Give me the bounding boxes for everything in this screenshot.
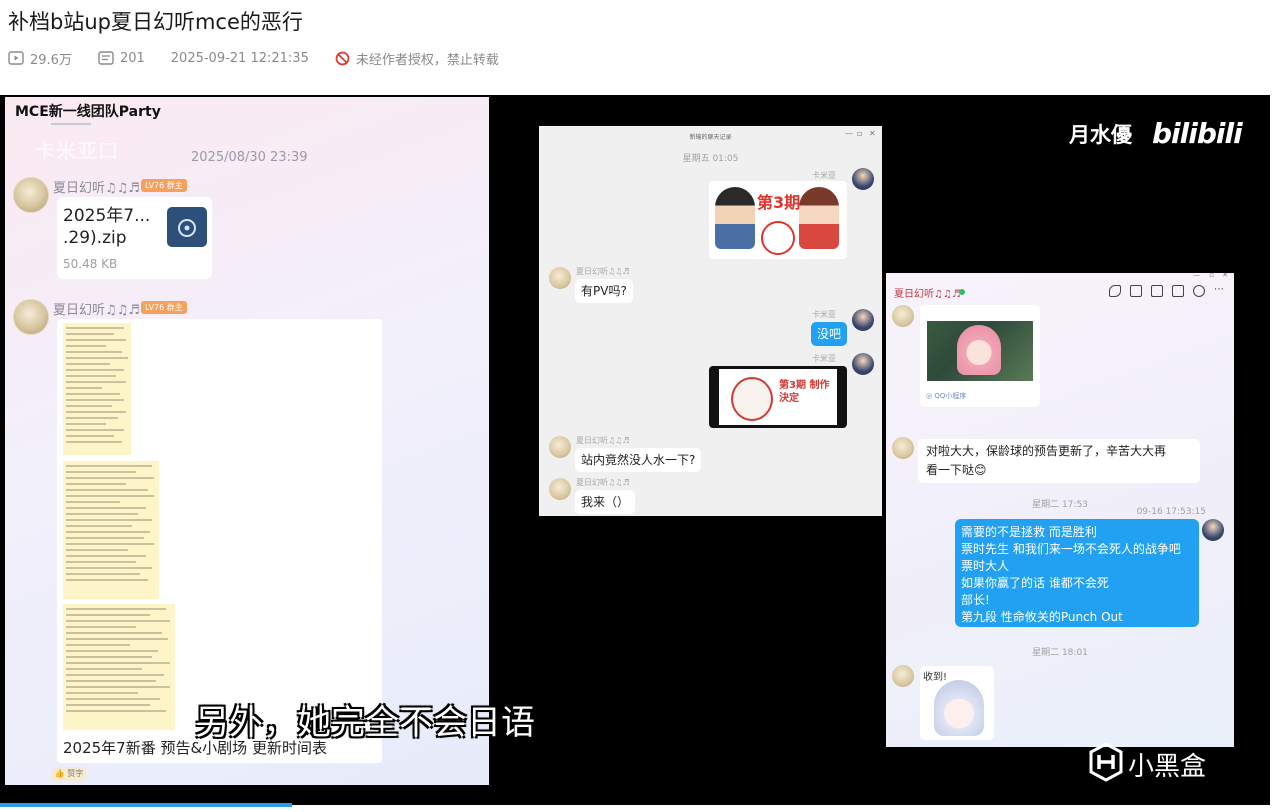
post-meta: 29.6万 201 2025-09-21 12:21:35 未经作者授权，禁止转… <box>8 48 499 68</box>
contact-name[interactable]: 夏日幻听♫♫♬ <box>894 285 961 300</box>
group-chat-panel: MCE新一线团队Party 卡米亚口 2025/08/30 23:39 夏日幻听… <box>5 97 489 785</box>
sticker-label: 收到! <box>923 672 948 683</box>
sender-name: 夏日幻听♫♫♬ <box>576 478 630 487</box>
sender-name: 夏日幻听♫♫♬ <box>53 303 140 318</box>
comment-icon <box>98 51 114 65</box>
uploader-watermark: 月水優 <box>1069 123 1132 147</box>
bilibili-logo: bilibili <box>1152 117 1243 150</box>
mini-program-card[interactable]: ◎ QQ小程序 <box>920 305 1040 407</box>
anime-character <box>799 187 839 249</box>
comment-count: 201 <box>119 50 145 66</box>
contact-avatar[interactable] <box>852 168 874 190</box>
sender-name: 卡米亚 <box>812 310 836 319</box>
sticker-text: 第3期 制作決定 <box>779 380 830 404</box>
announcement-image: 第3期 制作決定 <box>719 369 837 425</box>
screen-share-icon[interactable] <box>1151 285 1163 297</box>
sender-name: 夏日幻听♫♫♬ <box>576 436 630 445</box>
minimize-icon[interactable]: — <box>845 129 853 138</box>
sender-avatar[interactable] <box>13 177 49 213</box>
file-name: 2025年7... .29).zip <box>63 206 151 248</box>
sender-name: 夏日幻听♫♫♬ <box>53 181 140 196</box>
play-icon <box>8 51 24 65</box>
time-header: 星期五 01:05 <box>682 154 739 164</box>
heybox-logo-icon <box>1088 742 1124 786</box>
owner-badge: LV76 群主 <box>141 179 187 192</box>
contact-avatar[interactable] <box>892 665 914 687</box>
close-icon[interactable]: ✕ <box>1222 273 1228 279</box>
sticker-image[interactable]: 第3期 <box>709 181 847 259</box>
heybox-logo-text: 小黑盒 <box>1128 752 1207 782</box>
anime-character <box>715 187 755 249</box>
chat-history-window: 新输的聊天记录 — ▫ ✕ 星期五 01:05 卡米亚 第3期 夏日幻听♫♫♬ … <box>539 126 882 516</box>
video-progress-bar[interactable] <box>0 803 292 807</box>
date-divider: 星期二 18:01 <box>1032 648 1088 658</box>
contact-avatar[interactable] <box>892 437 914 459</box>
private-chat-window: — ▫ ✕ 夏日幻听♫♫♬ ⋯ ◎ QQ小程序 对啦大大，保龄球的预告更新了，辛… <box>886 273 1234 747</box>
owner-badge: LV76 群主 <box>141 301 187 314</box>
no-repost-icon <box>335 51 350 66</box>
chat-bubble: 对啦大大，保龄球的预告更新了，辛苦大大再 看一下哒😊 <box>918 439 1200 483</box>
chat-bubble: 有PV吗? <box>575 279 633 303</box>
sender-name: 夏日幻听♫♫♬ <box>576 267 630 276</box>
maximize-icon[interactable]: ▫ <box>857 129 862 138</box>
lucky-cat-icon <box>761 221 795 255</box>
chat-toolbar: ⋯ <box>1109 285 1224 297</box>
window-title: 新输的聊天记录 <box>689 134 732 141</box>
message-timestamp: 09-16 17:53:15 <box>1136 507 1206 517</box>
group-name: MCE新一线团队Party <box>15 104 161 120</box>
sender-name: 卡米亚 <box>812 354 836 363</box>
post-datetime: 2025-09-21 12:21:35 <box>170 50 309 66</box>
sticker-image[interactable]: 第3期 制作決定 <box>709 366 847 428</box>
more-icon[interactable]: ⋯ <box>1214 285 1224 295</box>
contact-avatar[interactable] <box>892 305 914 327</box>
contact-avatar[interactable] <box>852 353 874 375</box>
sender-name: 卡米亚 <box>812 171 836 180</box>
lucky-cat-icon <box>731 377 773 421</box>
self-avatar[interactable] <box>549 267 571 289</box>
video-frame[interactable]: MCE新一线团队Party 卡米亚口 2025/08/30 23:39 夏日幻听… <box>0 95 1270 805</box>
close-icon[interactable]: ✕ <box>869 129 876 138</box>
card-footer: ◎ QQ小程序 <box>926 392 967 400</box>
schedule-note <box>63 461 159 599</box>
sender-avatar[interactable] <box>13 299 49 335</box>
video-call-icon[interactable] <box>1130 285 1142 297</box>
maximize-icon[interactable]: ▫ <box>1209 273 1214 279</box>
anime-character <box>957 325 1001 375</box>
video-subtitle: 另外，她完全不会日语 <box>195 703 535 743</box>
add-icon[interactable] <box>1193 285 1205 297</box>
contact-avatar[interactable] <box>852 309 874 331</box>
post-title: 补档b站up夏日幻听mce的恶行 <box>8 10 303 34</box>
chat-bubble-blue: 需要的不是拯救 而是胜利 票时先生 和我们来一场不会死人的战争吧 票时大人 如果… <box>955 519 1199 627</box>
reaction-pill[interactable]: 👍 赞字 <box>52 767 86 781</box>
window-titlebar: — ▫ ✕ <box>886 273 1234 279</box>
self-avatar[interactable] <box>549 478 571 500</box>
file-size: 50.48 KB <box>63 257 118 271</box>
self-avatar[interactable] <box>549 436 571 458</box>
file-message[interactable]: 2025年7... .29).zip 50.48 KB <box>57 197 212 279</box>
title-underline <box>51 123 91 125</box>
copyright-notice: 未经作者授权，禁止转载 <box>355 52 499 68</box>
chat-bubble: 没吧 <box>811 322 848 346</box>
self-avatar[interactable] <box>1202 519 1224 541</box>
zip-file-icon <box>167 207 207 247</box>
ghost-text: 卡米亚口 <box>35 139 119 163</box>
card-thumbnail <box>927 321 1033 381</box>
phone-icon[interactable] <box>1109 285 1121 297</box>
view-count: 29.6万 <box>30 52 72 68</box>
sticker-text: 第3期 <box>757 193 801 212</box>
minimize-icon[interactable]: — <box>1193 273 1200 279</box>
chat-bubble: 站内竟然没人水一下? <box>575 448 702 472</box>
remote-assist-icon[interactable] <box>1172 285 1184 297</box>
message-timestamp: 2025/08/30 23:39 <box>191 150 308 165</box>
chat-bubble: 我来（） <box>575 490 636 514</box>
schedule-note <box>63 323 131 455</box>
online-status-dot <box>959 289 965 295</box>
